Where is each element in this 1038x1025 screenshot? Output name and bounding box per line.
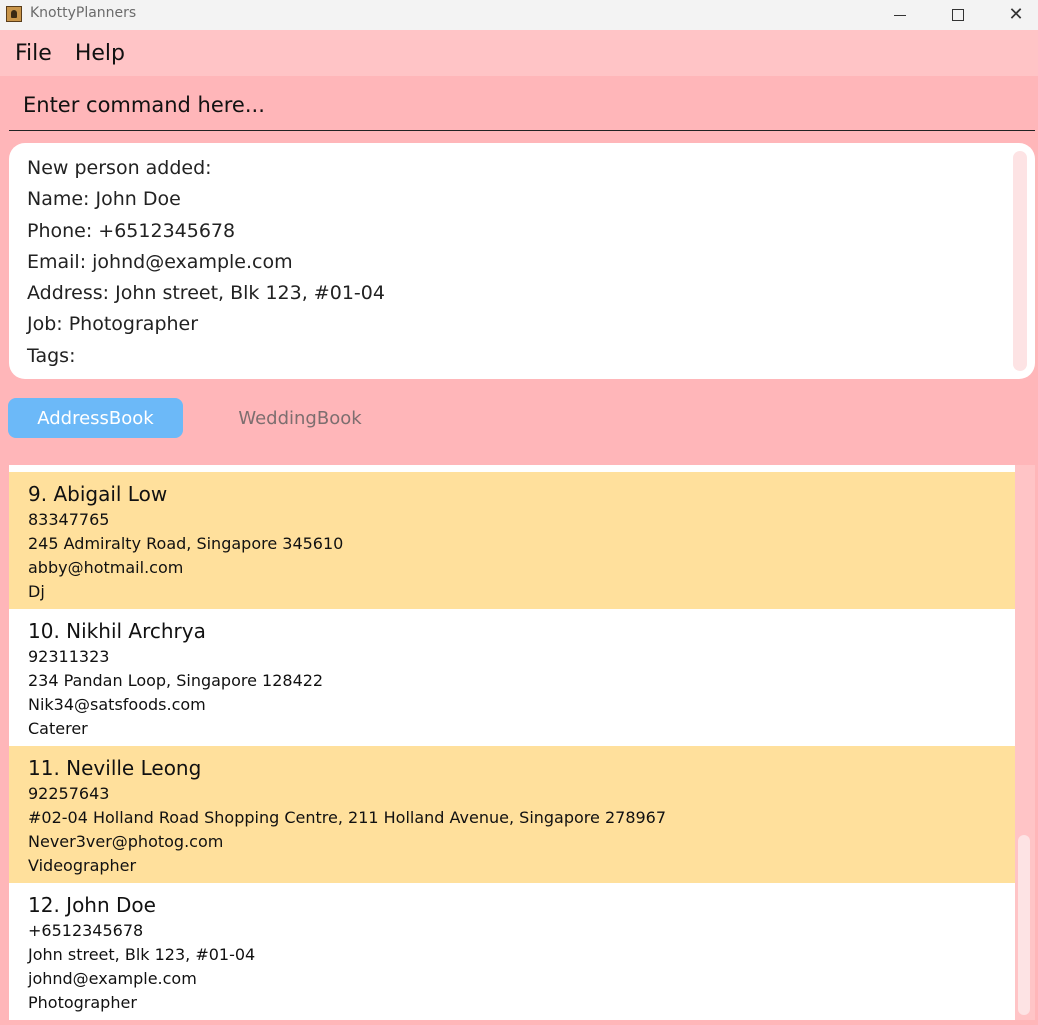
person-email: Never3ver@photog.com bbox=[28, 832, 224, 851]
person-email: Nik34@satsfoods.com bbox=[28, 695, 206, 714]
tab-addressbook[interactable]: AddressBook bbox=[8, 398, 183, 438]
person-phone: 92311323 bbox=[28, 647, 110, 666]
person-job: Photographer bbox=[28, 993, 137, 1012]
menu-bar: File Help bbox=[0, 30, 1038, 76]
person-address: John street, Blk 123, #01-04 bbox=[28, 945, 256, 964]
tab-weddingbook[interactable]: WeddingBook bbox=[210, 398, 390, 438]
person-address: #02-04 Holland Road Shopping Centre, 211… bbox=[28, 808, 667, 827]
person-address: 234 Pandan Loop, Singapore 128422 bbox=[28, 671, 324, 690]
minimize-icon bbox=[894, 14, 906, 16]
person-card[interactable]: 10. Nikhil Archrya 92311323 234 Pandan L… bbox=[9, 609, 1015, 746]
result-display[interactable]: New person added: Name: John Doe Phone: … bbox=[9, 143, 1035, 379]
person-card[interactable]: 9. Abigail Low 83347765 245 Admiralty Ro… bbox=[9, 472, 1015, 609]
person-job: Caterer bbox=[28, 719, 88, 738]
window-title: KnottyPlanners bbox=[30, 5, 137, 21]
person-name: 12. John Doe bbox=[28, 893, 156, 917]
person-job: Videographer bbox=[28, 856, 137, 875]
menu-file[interactable]: File bbox=[15, 41, 52, 66]
app-icon bbox=[6, 6, 22, 22]
title-bar: KnottyPlanners ✕ bbox=[0, 0, 1038, 30]
result-line: New person added: bbox=[27, 157, 212, 179]
person-card[interactable]: 12. John Doe +6512345678 John street, Bl… bbox=[9, 883, 1015, 1020]
result-scrollbar[interactable] bbox=[1013, 151, 1027, 371]
close-button[interactable]: ✕ bbox=[993, 0, 1038, 30]
person-phone: 83347765 bbox=[28, 510, 110, 529]
person-address: 245 Admiralty Road, Singapore 345610 bbox=[28, 534, 344, 553]
maximize-icon bbox=[952, 9, 964, 21]
person-name: 10. Nikhil Archrya bbox=[28, 619, 206, 643]
person-name: 11. Neville Leong bbox=[28, 756, 202, 780]
person-phone: 92257643 bbox=[28, 784, 110, 803]
person-name: 9. Abigail Low bbox=[28, 482, 168, 506]
person-job: Dj bbox=[28, 582, 45, 601]
result-line: Phone: +6512345678 bbox=[27, 219, 236, 242]
command-box bbox=[9, 80, 1035, 131]
list-scrollbar-thumb[interactable] bbox=[1018, 835, 1030, 1015]
person-phone: +6512345678 bbox=[28, 921, 144, 940]
person-email: abby@hotmail.com bbox=[28, 558, 184, 577]
person-card[interactable]: 11. Neville Leong 92257643 #02-04 Hollan… bbox=[9, 746, 1015, 883]
close-icon: ✕ bbox=[1008, 4, 1024, 25]
person-email: johnd@example.com bbox=[28, 969, 197, 988]
result-line: Email: johnd@example.com bbox=[27, 250, 293, 273]
menu-help[interactable]: Help bbox=[75, 41, 125, 66]
person-list[interactable]: 9. Abigail Low 83347765 245 Admiralty Ro… bbox=[9, 465, 1015, 1020]
maximize-button[interactable] bbox=[935, 0, 981, 30]
result-line: Tags: bbox=[27, 344, 76, 367]
result-line: Address: John street, Blk 123, #01-04 bbox=[27, 282, 385, 305]
minimize-button[interactable] bbox=[877, 0, 923, 30]
command-input[interactable] bbox=[9, 80, 1035, 130]
result-line: Job: Photographer bbox=[27, 313, 199, 336]
result-line: Name: John Doe bbox=[27, 188, 181, 211]
